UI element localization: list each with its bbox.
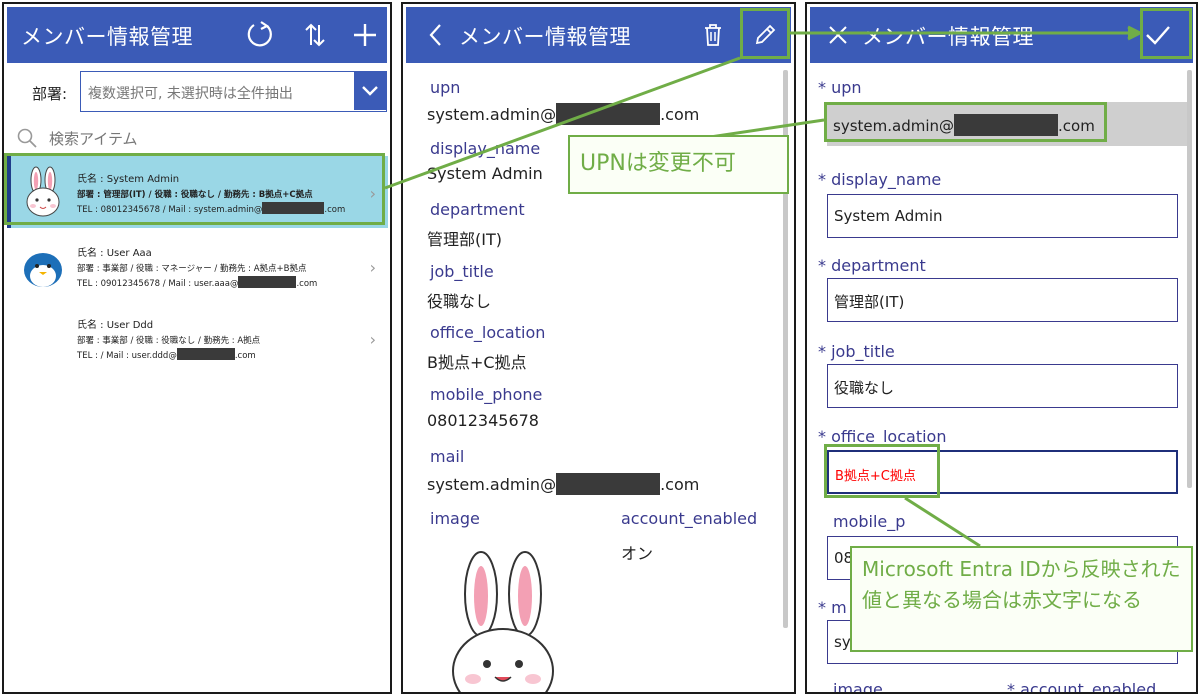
display-name-value: System Admin (834, 207, 943, 225)
member-tel-mail: TEL : / Mail : user.ddd@ (77, 351, 177, 361)
member-name: 氏名 : User Aaa (77, 248, 152, 259)
member-detail-panel: メンバー情報管理 upn system.admin@ .com display_n… (401, 2, 796, 694)
list-title: メンバー情報管理 (21, 25, 193, 49)
office-location-value: B拠点+C拠点 (427, 353, 527, 372)
office-location-label: office_location (430, 323, 546, 342)
mail-domain-tail: .com (660, 475, 700, 494)
account-enabled-label: account_enabled (621, 509, 758, 528)
red-text-note-callout: Microsoft Entra IDから反映された値と異なる場合は赤文字になる (850, 546, 1193, 652)
upn-field-highlight (824, 102, 1107, 142)
member-contact: TEL : 09012345678 / Mail : user.aaa@ .com (77, 276, 317, 289)
display-name-label: display_name (430, 139, 541, 158)
dept-label: 部署: (32, 85, 68, 103)
mobile-phone-label: mobile_phone (430, 385, 543, 404)
plus-icon[interactable] (345, 15, 385, 55)
image-label: image (833, 680, 883, 694)
list-item[interactable]: 氏名 : User Ddd 部署 : 事業部 / 役職 : 役職なし / 勤務先… (7, 302, 388, 374)
mail-label: * m (818, 598, 847, 617)
display-name-value: System Admin (427, 164, 543, 183)
close-icon[interactable] (818, 15, 858, 55)
upn-text: system.admin@ (427, 105, 557, 124)
mail-value: system.admin@ .com (427, 473, 699, 495)
upn-label: upn (430, 78, 461, 97)
list-item[interactable]: 氏名 : User Aaa 部署 : 事業部 / 役職 : マネージャー / 勤… (7, 230, 388, 302)
member-contact: TEL : / Mail : user.ddd@ .com (77, 348, 256, 361)
redaction-mask (556, 473, 661, 495)
rabbit-image (452, 551, 554, 692)
department-label: department (430, 200, 525, 219)
edit-title: メンバー情報管理 (862, 25, 1034, 49)
dept-placeholder: 複数選択可, 未選択時は全件抽出 (88, 86, 293, 102)
penguin-avatar (24, 253, 62, 287)
department-label: * department (818, 256, 926, 275)
department-value: 管理部(IT) (427, 230, 502, 249)
redaction-mask (556, 103, 661, 125)
search-input: 検索アイテム (49, 130, 138, 148)
mobile-phone-value: 08012345678 (427, 411, 539, 430)
redaction-mask (176, 348, 235, 360)
scrollbar[interactable] (1187, 70, 1192, 488)
chevron-right-icon: › (369, 330, 376, 349)
display-name-input[interactable]: System Admin (827, 194, 1178, 238)
save-button-highlight (1140, 8, 1192, 59)
department-value: 管理部(IT) (834, 293, 905, 311)
mail-domain-tail: .com (234, 351, 256, 361)
upn-label: * upn (818, 78, 862, 97)
member-detail: 部署 : 事業部 / 役職 : 役職なし / 勤務先 : A拠点 (77, 336, 261, 346)
search-box[interactable]: 検索アイテム (16, 126, 376, 150)
office-location-highlight (824, 444, 940, 498)
redaction-mask (238, 276, 297, 288)
selected-item-highlight (4, 153, 385, 225)
member-list-panel: メンバー情報管理 部署: 複数選択可, 未選択時は全件抽出 検索アイテム 氏名 … (2, 2, 392, 694)
mobile-phone-label: mobile_p (833, 512, 906, 531)
search-icon (17, 128, 37, 148)
mail-label: mail (430, 447, 465, 466)
image-label: image (430, 509, 480, 528)
department-input[interactable]: 管理部(IT) (827, 278, 1178, 322)
dept-combobox[interactable]: 複数選択可, 未選択時は全件抽出 (80, 71, 387, 112)
job-title-label: * job_title (818, 342, 895, 361)
edit-header: メンバー情報管理 (810, 7, 1193, 63)
job-title-input[interactable]: 役職なし (827, 364, 1178, 408)
edit-button-highlight (740, 8, 790, 59)
member-name: 氏名 : User Ddd (77, 320, 154, 331)
mail-domain-tail: .com (296, 279, 318, 289)
back-chevron-icon[interactable] (416, 15, 456, 55)
account-enabled-label: * account_enabled (1007, 680, 1157, 694)
upn-domain-tail: .com (660, 105, 700, 124)
mail-value: sy (834, 633, 851, 651)
account-enabled-value: オン (621, 544, 654, 563)
upn-value: system.admin@ .com (427, 103, 699, 125)
detail-header: メンバー情報管理 (406, 7, 791, 63)
display-name-label: * display_name (818, 170, 942, 189)
member-detail: 部署 : 事業部 / 役職 : マネージャー / 勤務先 : A拠点+B拠点 (77, 264, 307, 274)
mail-text: system.admin@ (427, 475, 557, 494)
member-tel-mail: TEL : 09012345678 / Mail : user.aaa@ (77, 279, 239, 289)
job-title-label: job_title (430, 262, 494, 281)
refresh-icon[interactable] (240, 15, 280, 55)
upn-note-callout: UPNは変更不可 (568, 135, 789, 194)
chevron-right-icon: › (369, 258, 376, 277)
chevron-down-icon[interactable] (354, 72, 386, 110)
detail-title: メンバー情報管理 (459, 25, 631, 49)
sort-icon[interactable] (295, 15, 335, 55)
job-title-value: 役職なし (427, 292, 492, 311)
trash-icon[interactable] (693, 15, 733, 55)
list-header: メンバー情報管理 (7, 7, 387, 63)
job-title-value: 役職なし (834, 379, 895, 397)
